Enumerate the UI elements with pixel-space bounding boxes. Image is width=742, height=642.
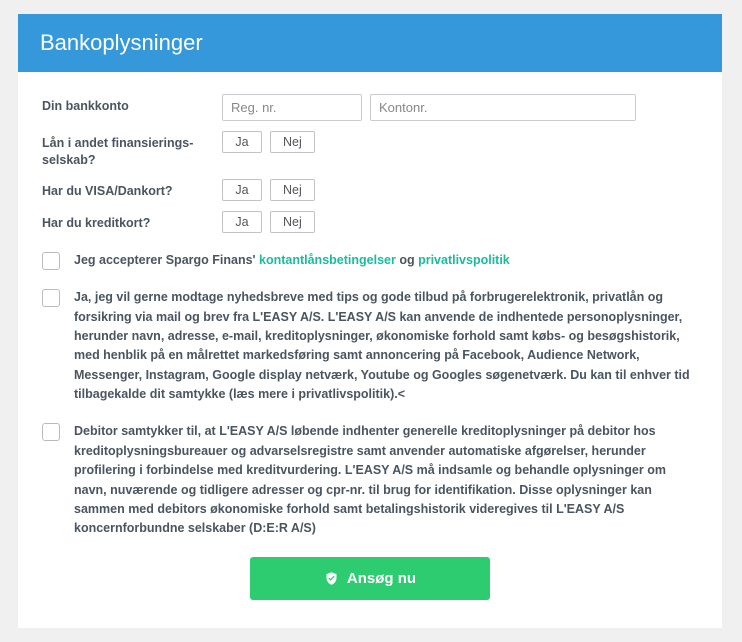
submit-wrap: Ansøg nu [42, 557, 698, 600]
visa-yes-button[interactable]: Ja [222, 179, 262, 201]
credit-text: Debitor samtykker til, at L'EASY A/S løb… [74, 422, 698, 538]
kredit-label: Har du kreditkort? [42, 211, 222, 232]
newsletter-checkbox[interactable] [42, 289, 60, 307]
kredit-yes-button[interactable]: Ja [222, 211, 262, 233]
loan-label: Lån i andet finansierings-selskab? [42, 131, 222, 169]
check-row-credit: Debitor samtykker til, at L'EASY A/S løb… [42, 422, 698, 538]
reg-input[interactable] [222, 94, 362, 121]
terms-checkbox[interactable] [42, 252, 60, 270]
row-bank: Din bankkonto [42, 94, 698, 121]
form-card: Bankoplysninger Din bankkonto Lån i ande… [18, 14, 722, 628]
header-title: Bankoplysninger [40, 30, 203, 55]
card-body: Din bankkonto Lån i andet finansierings-… [18, 72, 722, 628]
terms-mid: og [396, 253, 418, 267]
kredit-fields: Ja Nej [222, 211, 698, 233]
kredit-no-button[interactable]: Nej [270, 211, 315, 233]
row-kredit: Har du kreditkort? Ja Nej [42, 211, 698, 233]
konto-input[interactable] [370, 94, 636, 121]
credit-checkbox[interactable] [42, 423, 60, 441]
newsletter-text: Ja, jeg vil gerne modtage nyhedsbreve me… [74, 288, 698, 404]
row-loan: Lån i andet finansierings-selskab? Ja Ne… [42, 131, 698, 169]
visa-no-button[interactable]: Nej [270, 179, 315, 201]
loan-fields: Ja Nej [222, 131, 698, 153]
visa-fields: Ja Nej [222, 179, 698, 201]
bank-fields [222, 94, 698, 121]
card-header: Bankoplysninger [18, 14, 722, 72]
check-row-newsletter: Ja, jeg vil gerne modtage nyhedsbreve me… [42, 288, 698, 404]
terms-link-conditions[interactable]: kontantlånsbetingelser [259, 253, 396, 267]
terms-link-privacy[interactable]: privatlivspolitik [418, 253, 510, 267]
shield-icon [324, 571, 339, 586]
row-visa: Har du VISA/Dankort? Ja Nej [42, 179, 698, 201]
submit-button[interactable]: Ansøg nu [250, 557, 490, 600]
visa-label: Har du VISA/Dankort? [42, 179, 222, 200]
submit-label: Ansøg nu [347, 570, 416, 587]
checks-section: Jeg accepterer Spargo Finans' kontantlån… [42, 251, 698, 539]
loan-no-button[interactable]: Nej [270, 131, 315, 153]
bank-label: Din bankkonto [42, 94, 222, 115]
terms-pre: Jeg accepterer Spargo Finans' [74, 253, 259, 267]
loan-yes-button[interactable]: Ja [222, 131, 262, 153]
terms-text: Jeg accepterer Spargo Finans' kontantlån… [74, 251, 698, 270]
check-row-terms: Jeg accepterer Spargo Finans' kontantlån… [42, 251, 698, 270]
